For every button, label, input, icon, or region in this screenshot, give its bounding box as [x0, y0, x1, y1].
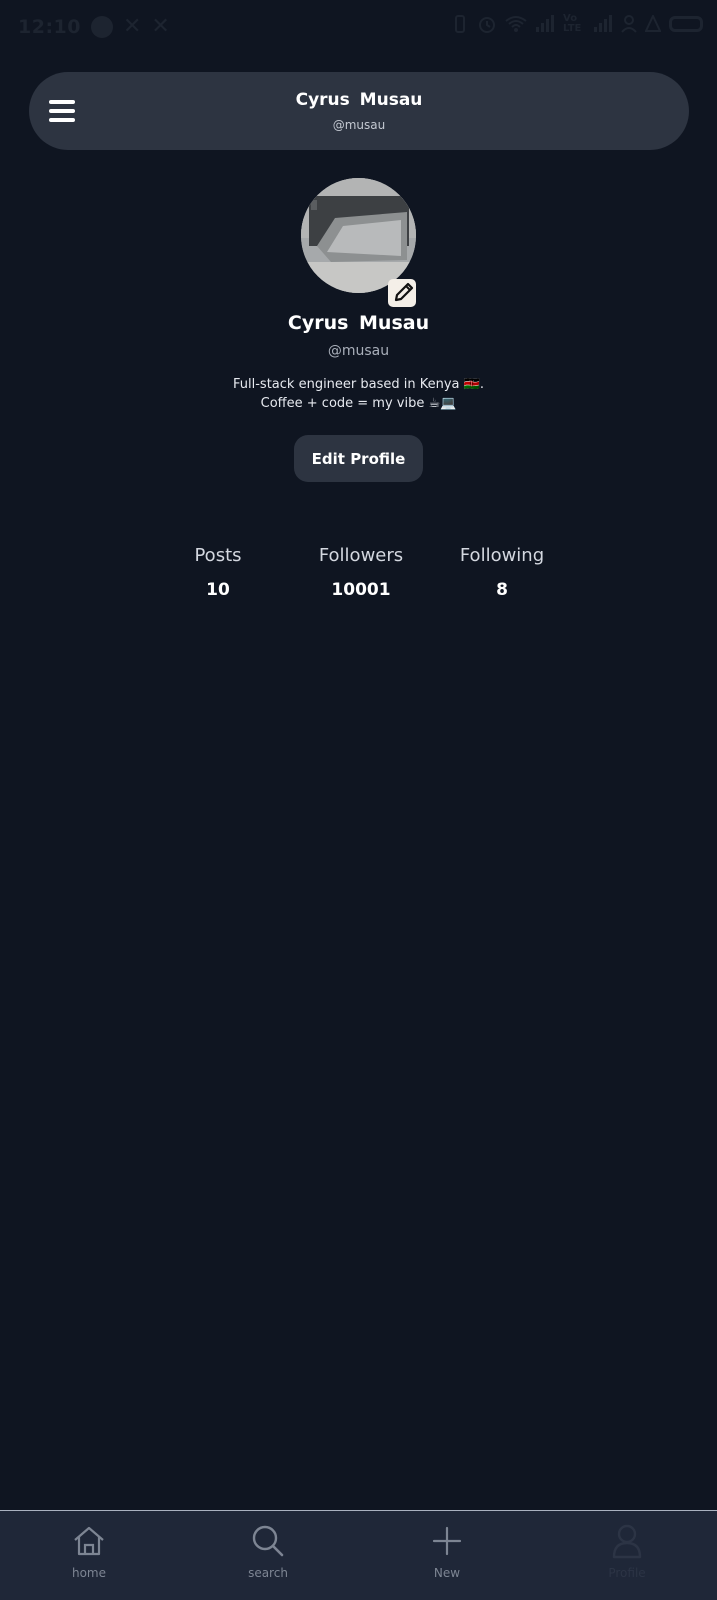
stat-posts[interactable]: Posts 10	[148, 545, 288, 600]
nav-profile[interactable]: Profile	[567, 1523, 687, 1580]
header-handle: @musau	[332, 118, 386, 132]
stat-value: 8	[496, 580, 508, 600]
network-label: Vo LTE	[563, 13, 582, 34]
stat-value: 10001	[331, 580, 391, 600]
edit-avatar-button[interactable]	[388, 279, 416, 307]
person-icon	[621, 15, 637, 33]
nav-label: search	[248, 1566, 288, 1580]
vibrate-icon	[455, 15, 465, 33]
header-title: Cyrus Musau	[295, 90, 423, 110]
profile-header: Cyrus Musau @musau	[29, 72, 689, 150]
status-left: 12:10 ✕ ✕	[18, 14, 170, 39]
status-right: Vo LTE	[451, 14, 703, 34]
nav-label: home	[71, 1566, 107, 1580]
nav-new[interactable]: New	[387, 1523, 507, 1580]
pencil-icon	[394, 282, 414, 302]
alert-icon	[645, 15, 661, 32]
battery-icon	[669, 16, 703, 32]
avatar-photo	[301, 178, 416, 293]
stat-following[interactable]: Following 8	[432, 545, 572, 600]
alarm-icon	[479, 17, 495, 33]
bio-line: Full-stack engineer based in Kenya 🇰🇪.	[233, 377, 484, 392]
nav-label: New	[433, 1566, 461, 1580]
user-icon	[612, 1524, 642, 1559]
profile-handle: @musau	[327, 343, 390, 359]
stat-value: 10	[206, 580, 230, 600]
nav-label: Profile	[608, 1566, 646, 1580]
x-app-icon: ✕	[151, 14, 170, 39]
stat-followers[interactable]: Followers 10001	[291, 545, 431, 600]
plus-icon	[432, 1526, 462, 1556]
signal-icon	[594, 15, 612, 32]
stat-label: Followers	[318, 545, 404, 566]
navigation-app-icon	[90, 15, 113, 38]
bio-line: Coffee + code = my vibe ☕💻	[260, 396, 457, 411]
nav-home[interactable]: home	[29, 1523, 149, 1580]
avatar[interactable]	[301, 178, 416, 293]
stat-label: Following	[459, 545, 545, 566]
profile-name: Cyrus Musau	[287, 312, 430, 334]
search-icon	[252, 1525, 284, 1557]
profile-bio: Full-stack engineer based in Kenya 🇰🇪. C…	[0, 375, 717, 413]
x-app-icon: ✕	[122, 14, 142, 39]
signal-icon	[536, 15, 554, 32]
nav-search[interactable]: search	[208, 1523, 328, 1580]
status-time: 12:10	[18, 15, 81, 38]
bottom-nav: home search New Profile	[0, 1510, 717, 1600]
wifi-icon	[505, 16, 527, 32]
stat-label: Posts	[194, 545, 242, 566]
edit-profile-button[interactable]: Edit Profile	[294, 435, 423, 482]
home-icon	[74, 1526, 104, 1556]
status-bar: 12:10 ✕ ✕ Vo LTE	[0, 0, 717, 52]
